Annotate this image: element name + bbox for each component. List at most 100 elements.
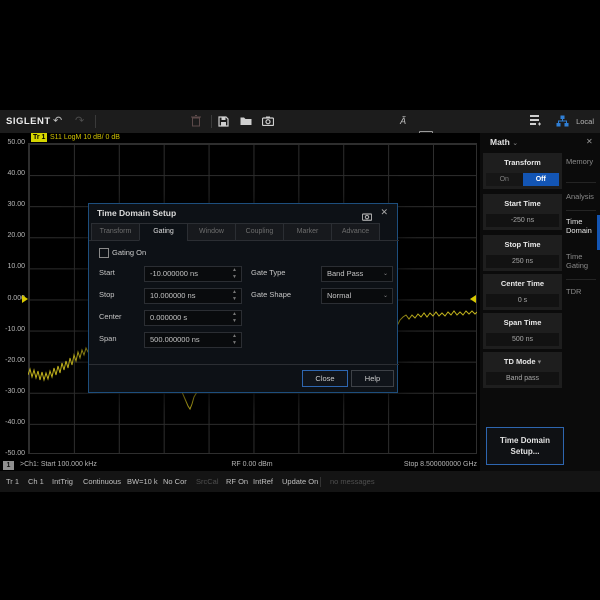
status-reference[interactable]: IntRef: [253, 471, 273, 492]
transform-off-button[interactable]: Off: [522, 173, 559, 186]
y-axis-label: -40.00: [5, 419, 25, 426]
rail-item-memory[interactable]: Memory: [566, 157, 598, 166]
delete-trash-icon[interactable]: [191, 113, 201, 129]
td-mode-control[interactable]: TD Mode ▾ Band pass: [483, 352, 562, 388]
status-srccal: SrcCal: [196, 477, 219, 486]
channel-badge[interactable]: 1: [3, 461, 14, 470]
siglent-logo: SIGLENT: [6, 116, 51, 127]
status-message: no messages: [330, 477, 375, 486]
status-trigger[interactable]: IntTrig: [52, 471, 73, 492]
undo-icon[interactable]: ↶: [53, 113, 62, 129]
start-time-value[interactable]: -250 ns: [486, 214, 559, 227]
y-axis-label: -10.00: [5, 326, 25, 333]
gating-on-checkbox[interactable]: [99, 248, 109, 258]
trace-format-label[interactable]: S11 LogM 10 dB/ 0 dB: [50, 134, 120, 141]
start-time-title: Start Time: [504, 199, 541, 208]
dialog-tabs: Transform Gating Window Coupling Marker …: [91, 223, 387, 241]
status-separator: [320, 477, 321, 487]
local-remote-label[interactable]: Local: [576, 117, 594, 126]
close-button[interactable]: Close: [302, 370, 348, 387]
stop-frequency-label: Stop 8.500000000 GHz: [403, 461, 477, 468]
spinner-icon[interactable]: ▲ ▼: [230, 333, 239, 347]
center-time-value[interactable]: 0 s: [486, 294, 559, 307]
chevron-down-icon: ⌄: [512, 140, 519, 147]
td-mode-value[interactable]: Band pass: [486, 372, 559, 385]
gating-on-label: Gating On: [112, 248, 147, 257]
stop-time-title: Stop Time: [504, 240, 541, 249]
transform-toggle-group: Transform On Off: [483, 153, 562, 189]
start-time-control[interactable]: Start Time -250 ns: [483, 194, 562, 230]
save-icon[interactable]: [218, 113, 229, 129]
y-axis-label: 10.00: [7, 263, 25, 270]
y-axis-label: -20.00: [5, 357, 25, 364]
dialog-title: Time Domain Setup: [97, 208, 177, 218]
y-axis-label: 40.00: [7, 170, 25, 177]
span-field-input[interactable]: 500.000000 ns ▲ ▼: [144, 332, 242, 348]
y-axis-label: -50.00: [5, 450, 25, 457]
help-button[interactable]: Help: [351, 370, 394, 387]
top-toolbar: SIGLENT ↶ ↷ Ã+ Tr+ Ch+ ▼+ Local: [0, 110, 600, 173]
rail-item-analysis[interactable]: Analysis: [566, 192, 598, 201]
status-trace[interactable]: Tr 1: [6, 471, 19, 492]
open-folder-icon[interactable]: [240, 113, 252, 129]
tab-gating[interactable]: Gating: [139, 223, 187, 241]
td-mode-title: TD Mode ▾: [503, 357, 542, 366]
start-frequency-label: >Ch1: Start 100.000 kHz: [20, 461, 97, 468]
toolbar-separator: [95, 115, 96, 128]
tab-transform[interactable]: Transform: [91, 223, 139, 241]
rail-item-time-gating[interactable]: Time Gating: [566, 252, 598, 270]
stop-time-value[interactable]: 250 ns: [486, 255, 559, 268]
status-bandwidth[interactable]: BW=10 k: [127, 471, 158, 492]
tab-coupling[interactable]: Coupling: [235, 223, 283, 241]
rail-item-tdr[interactable]: TDR: [566, 287, 598, 296]
center-time-title: Center Time: [500, 279, 545, 288]
y-axis-label: 50.00: [7, 139, 25, 146]
center-field-input[interactable]: 0.000000 s ▲ ▼: [144, 310, 242, 326]
status-correction[interactable]: No Cor: [163, 471, 187, 492]
gate-shape-label: Gate Shape: [251, 290, 292, 299]
lan-network-icon[interactable]: [556, 113, 569, 129]
y-axis-label: -30.00: [5, 388, 25, 395]
y-axis-label: 30.00: [7, 201, 25, 208]
span-time-value[interactable]: 500 ns: [486, 333, 559, 346]
trace-badge[interactable]: Tr 1: [31, 133, 48, 142]
chevron-down-icon: ▾: [537, 359, 542, 366]
y-axis-label: 20.00: [7, 232, 25, 239]
sidebar-close-icon[interactable]: ✕: [586, 137, 593, 146]
chevron-down-icon: ⌄: [382, 271, 388, 277]
dialog-footer-divider: [89, 364, 399, 365]
recall-setup-icon[interactable]: [530, 113, 544, 129]
tab-marker[interactable]: Marker: [283, 223, 331, 241]
transform-title: Transform: [504, 158, 541, 167]
stop-field-label: Stop: [99, 290, 115, 299]
status-channel[interactable]: Ch 1: [28, 471, 44, 492]
spinner-icon[interactable]: ▲ ▼: [230, 267, 239, 281]
stop-time-control[interactable]: Stop Time 250 ns: [483, 235, 562, 271]
gate-type-label: Gate Type: [251, 268, 286, 277]
rail-item-time-domain[interactable]: Time Domain: [566, 217, 598, 235]
status-sweep[interactable]: Continuous: [83, 471, 121, 492]
spinner-icon[interactable]: ▲ ▼: [230, 311, 239, 325]
status-update[interactable]: Update On: [282, 471, 318, 492]
start-field-label: Start: [99, 268, 115, 277]
stop-field-input[interactable]: 10.000000 ns ▲ ▼: [144, 288, 242, 304]
transform-on-button[interactable]: On: [486, 173, 523, 186]
redo-icon[interactable]: ↷: [75, 113, 84, 129]
span-time-control[interactable]: Span Time 500 ns: [483, 313, 562, 349]
tab-advance[interactable]: Advance: [331, 223, 380, 241]
gate-shape-select[interactable]: Normal ⌄: [321, 288, 393, 304]
screenshot-camera-icon[interactable]: [262, 113, 274, 129]
center-time-control[interactable]: Center Time 0 s: [483, 274, 562, 310]
tab-window[interactable]: Window: [187, 223, 235, 241]
dialog-close-icon[interactable]: ✕: [380, 207, 388, 218]
start-field-input[interactable]: -10.000000 ns ▲ ▼: [144, 266, 242, 282]
time-domain-setup-button[interactable]: Time Domain Setup...: [486, 427, 564, 465]
reference-level-marker-left-icon: [22, 295, 28, 303]
math-sidebar: Math ⌄ ✕ Transform On Off Start Time -25…: [480, 133, 600, 471]
spinner-icon[interactable]: ▲ ▼: [230, 289, 239, 303]
sidebar-menu-title[interactable]: Math ⌄: [490, 137, 518, 147]
gate-type-select[interactable]: Band Pass ⌄: [321, 266, 393, 282]
math-function-add-icon[interactable]: Ã+: [103, 113, 600, 129]
status-rf[interactable]: RF On: [226, 471, 248, 492]
center-field-label: Center: [99, 312, 122, 321]
